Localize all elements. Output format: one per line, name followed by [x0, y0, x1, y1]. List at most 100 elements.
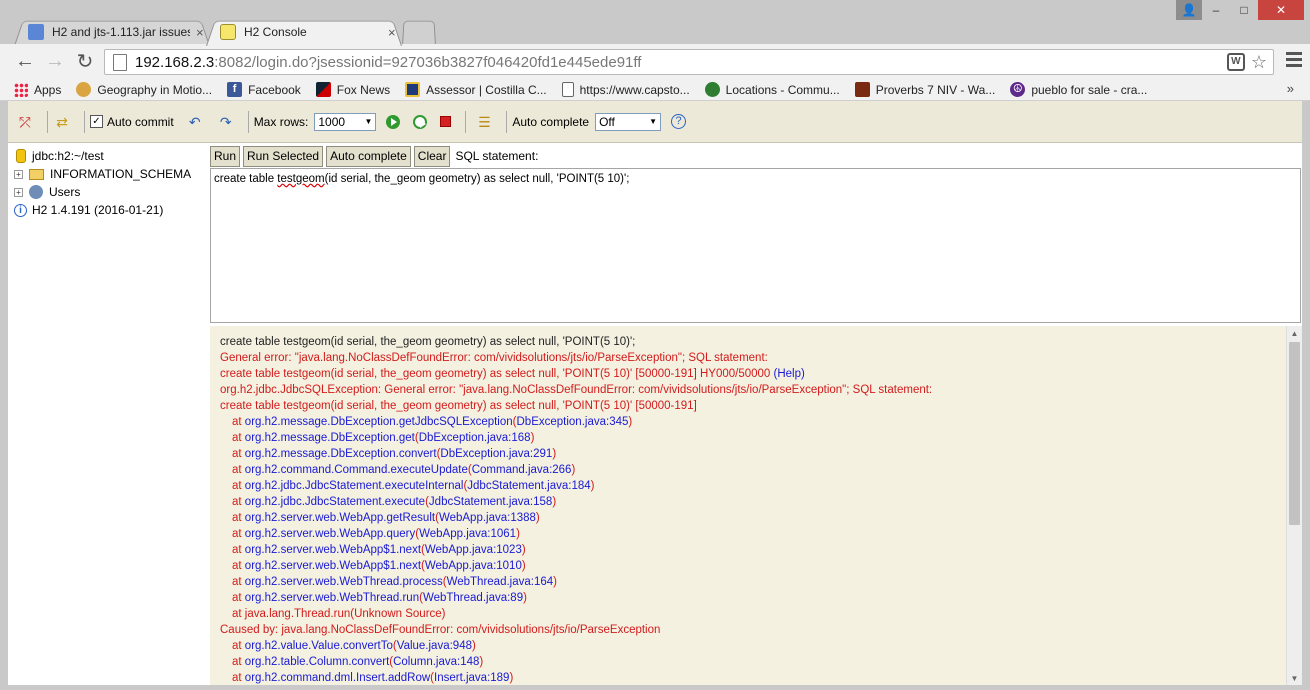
bookmark-assessor[interactable]: Assessor | Costilla C... [405, 82, 547, 97]
tab-h2-console[interactable]: H2 Console × [206, 18, 402, 46]
stack-source-link[interactable]: JdbcStatement.java:184 [467, 480, 590, 492]
browser-toolbar: ← → ↻ 192.168.2.3:8082/login.do?jsession… [0, 44, 1310, 79]
bookmark-geography[interactable]: Geography in Motio... [76, 82, 212, 97]
bookmark-star-icon[interactable]: ☆ [1251, 53, 1267, 71]
stack-method-link[interactable]: org.h2.server.web.WebApp.getResult [245, 512, 435, 524]
stack-source-link[interactable]: Value.java:948 [397, 640, 472, 652]
stack-source-link[interactable]: Insert.java:189 [434, 672, 509, 684]
scroll-down-icon[interactable]: ▼ [1287, 671, 1302, 685]
stack-method-link[interactable]: org.h2.jdbc.JdbcStatement.executeInterna… [245, 480, 464, 492]
auto-commit-checkbox[interactable]: ✓ [90, 115, 103, 128]
peace-icon: ☮ [1010, 82, 1026, 97]
max-rows-select[interactable]: 1000 ▼ [314, 112, 377, 131]
stack-source-link[interactable]: DbException.java:291 [440, 448, 552, 460]
commit-icon[interactable]: ↷ [217, 113, 235, 131]
address-bar[interactable]: 192.168.2.3:8082/login.do?jsessionid=927… [104, 49, 1274, 75]
help-icon[interactable]: ? [671, 114, 687, 129]
url-path: :8082/login.do?jsessionid=927036b3827f04… [214, 53, 642, 71]
forward-arrow-icon[interactable]: → [40, 50, 70, 73]
extension-icon[interactable]: W [1226, 53, 1245, 71]
auto-complete-select[interactable]: Off ▼ [595, 112, 662, 131]
help-link[interactable]: (Help) [774, 368, 805, 380]
stack-method-link[interactable]: org.h2.server.web.WebApp.query [245, 528, 415, 540]
stack-method-link[interactable]: org.h2.table.Column.convert [245, 656, 389, 668]
new-tab-button[interactable] [402, 18, 436, 46]
result-line: at org.h2.server.web.WebApp.getResult(We… [232, 512, 540, 524]
bookmark-locations[interactable]: Locations - Commu... [704, 82, 840, 97]
stack-source-link[interactable]: WebApp.java:1061 [419, 528, 516, 540]
stack-method-link[interactable]: org.h2.server.web.WebApp$1.next [245, 560, 421, 572]
stack-method-link[interactable]: org.h2.value.Value.convertTo [245, 640, 393, 652]
run-icon[interactable] [386, 114, 401, 129]
facebook-icon: f [227, 82, 243, 97]
chevron-down-icon: ▼ [364, 117, 373, 126]
bookmark-facebook[interactable]: f Facebook [227, 82, 301, 97]
stack-method-link[interactable]: org.h2.message.DbException.convert [245, 448, 437, 460]
run-button[interactable]: Run [210, 145, 241, 167]
back-arrow-icon[interactable]: ← [10, 50, 40, 73]
toolbar-separator [465, 110, 467, 133]
result-line: General error: "java.lang.NoClassDefFoun… [220, 350, 1302, 366]
stack-method-link[interactable]: org.h2.server.web.WebThread.process [245, 576, 443, 588]
disconnect-icon[interactable]: ⤱ [16, 113, 34, 131]
stack-source-link[interactable]: Column.java:148 [393, 656, 479, 668]
result-text: org.h2.jdbc.JdbcSQLException: General er… [220, 384, 933, 396]
reload-icon[interactable]: ↻ [70, 49, 100, 74]
bookmark-capstone[interactable]: https://www.capsto... [561, 82, 690, 97]
stack-method-link[interactable]: org.h2.command.dml.Insert.addRow [245, 672, 430, 684]
result-text: at [232, 448, 245, 460]
tab-close-icon[interactable]: × [196, 25, 204, 40]
run-selected-button[interactable]: Run Selected [243, 145, 324, 167]
result-scrollbar[interactable]: ▲ ▼ [1286, 326, 1302, 685]
scroll-up-icon[interactable]: ▲ [1287, 326, 1302, 340]
expand-icon[interactable]: + [14, 169, 23, 179]
bookmark-pueblo[interactable]: ☮ pueblo for sale - cra... [1010, 82, 1147, 97]
tree-information-schema[interactable]: + INFORMATION_SCHEMA [8, 165, 210, 183]
history-icon[interactable]: ☰ [475, 113, 493, 131]
chrome-menu-icon[interactable] [1286, 52, 1302, 70]
user-profile-icon[interactable]: 👤 [1176, 0, 1202, 20]
result-line: at org.h2.command.dml.Insert.addRow(Inse… [232, 672, 514, 684]
stack-source-link[interactable]: DbException.java:345 [517, 416, 629, 428]
clear-button[interactable]: Clear [413, 145, 451, 167]
stack-method-link[interactable]: org.h2.command.Command.executeUpdate [245, 464, 468, 476]
assessor-icon [405, 82, 421, 97]
tree-users[interactable]: + Users [8, 183, 210, 201]
stack-source-link[interactable]: WebApp.java:1010 [425, 560, 522, 572]
stack-method-link[interactable]: org.h2.server.web.WebThread.run [245, 592, 419, 604]
result-line: at org.h2.server.web.WebThread.run(WebTh… [232, 592, 527, 604]
stack-method-link[interactable]: org.h2.message.DbException.getJdbcSQLExc… [245, 416, 513, 428]
bookmark-apps[interactable]: Apps [14, 82, 61, 97]
more-bookmarks-icon[interactable]: » [1287, 81, 1294, 96]
run-selected-icon[interactable] [413, 114, 428, 129]
stack-source-link[interactable]: WebApp.java:1023 [425, 544, 522, 556]
result-line: at org.h2.server.web.WebApp.query(WebApp… [232, 528, 520, 540]
stack-source-link[interactable]: WebThread.java:164 [447, 576, 554, 588]
stack-method-link[interactable]: org.h2.message.DbException.get [245, 432, 415, 444]
query-panel: Run Run Selected Auto complete Clear SQL… [210, 143, 1302, 685]
stack-source-link[interactable]: Command.java:266 [472, 464, 572, 476]
sql-editor[interactable]: create table testgeom(id serial, the_geo… [210, 168, 1301, 323]
bookmark-proverbs[interactable]: Proverbs 7 NIV - Wa... [854, 82, 995, 97]
stack-method-link[interactable]: org.h2.jdbc.JdbcStatement.execute [245, 496, 425, 508]
tab-h2-jts-issues[interactable]: H2 and jts-1.113.jar issues × [14, 18, 210, 46]
stack-source-link[interactable]: WebApp.java:1388 [439, 512, 536, 524]
expand-icon[interactable]: + [14, 187, 23, 197]
stack-source-link[interactable]: JdbcStatement.java:158 [429, 496, 552, 508]
stack-source-link[interactable]: WebThread.java:89 [423, 592, 523, 604]
result-line: at org.h2.message.DbException.get(DbExce… [232, 432, 535, 444]
stop-icon[interactable] [440, 116, 452, 127]
stack-method-link[interactable]: org.h2.server.web.WebApp$1.next [245, 544, 421, 556]
refresh-icon[interactable]: ⇄ [53, 113, 71, 131]
tab-close-icon[interactable]: × [388, 25, 396, 40]
tree-connection[interactable]: jdbc:h2:~/test [8, 147, 210, 165]
close-window-button[interactable]: ✕ [1258, 0, 1304, 20]
tree-version-label: H2 1.4.191 (2016-01-21) [32, 203, 164, 217]
maximize-button[interactable]: □ [1230, 0, 1258, 20]
bookmark-fox-news[interactable]: Fox News [315, 82, 390, 97]
minimize-button[interactable]: – [1202, 0, 1230, 20]
scrollbar-thumb[interactable] [1289, 342, 1300, 525]
rollback-icon[interactable]: ↶ [186, 113, 204, 131]
auto-complete-button[interactable]: Auto complete [326, 145, 411, 167]
stack-source-link[interactable]: DbException.java:168 [419, 432, 531, 444]
